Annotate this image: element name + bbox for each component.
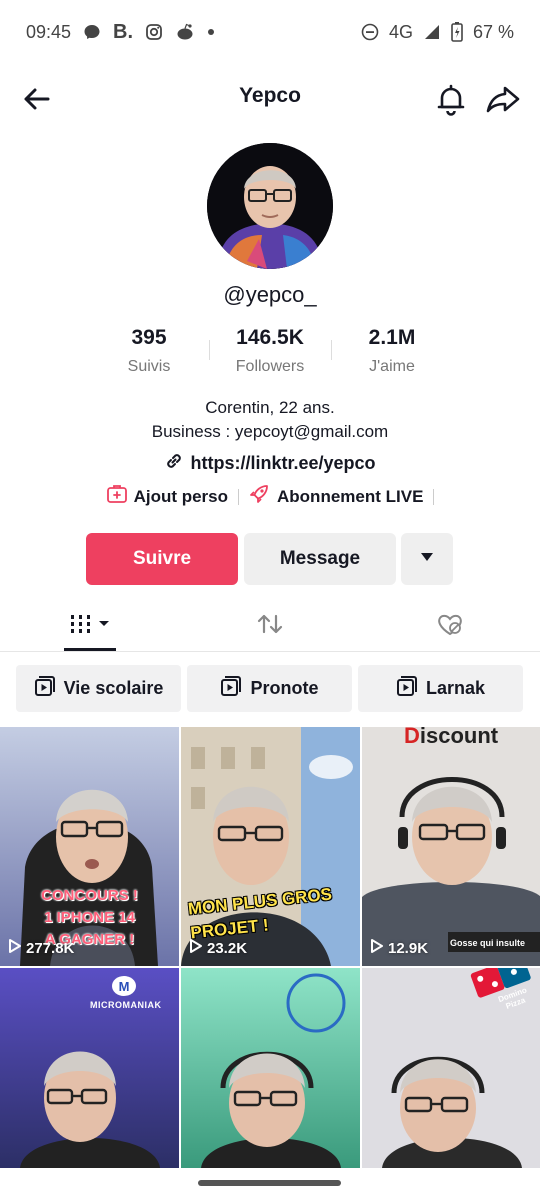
caret-down-icon — [419, 550, 435, 568]
overlay-line: 1 IPHONE 14 — [44, 909, 135, 926]
view-count-text: 277.8K — [26, 939, 75, 957]
view-count: 277.8K — [8, 938, 74, 958]
play-icon — [370, 938, 384, 958]
avatar[interactable] — [207, 143, 333, 269]
playlist-icon — [220, 675, 242, 702]
messenger-icon — [83, 23, 101, 41]
followers-label: Followers — [235, 358, 305, 375]
tab-reposts[interactable] — [240, 600, 300, 652]
link-icon — [164, 451, 184, 476]
message-button[interactable]: Message — [244, 533, 396, 585]
video-thumbnail[interactable]: MON PLUS GROS PROJET ! 23.2K — [181, 727, 360, 966]
follow-button[interactable]: Suivre — [86, 533, 238, 585]
video-thumbnail[interactable]: Discount Gosse qui insulte 12.9K — [362, 727, 540, 966]
signal-icon — [423, 23, 441, 41]
playlist-icon — [34, 675, 56, 702]
tab-liked[interactable] — [420, 600, 480, 652]
profile-header: Yepco — [0, 70, 540, 126]
status-bar: 09:45 B. 4G 67 % — [0, 0, 540, 64]
chip-add-perso[interactable]: Ajout perso — [106, 484, 228, 509]
dnd-icon — [361, 23, 379, 41]
likes-label: J'aime — [369, 358, 415, 375]
video-thumbnail[interactable] — [181, 968, 360, 1200]
following-label: Suivis — [127, 358, 171, 375]
video-caption: Gosse qui insulte — [450, 938, 526, 948]
more-notifications-dot — [207, 28, 215, 36]
profile-link[interactable]: https://linktr.ee/yepco — [0, 451, 540, 476]
playlists-row: Vie scolaire Pronote Larnak — [16, 665, 524, 713]
video-thumbnail[interactable]: M MICROMANIAK — [0, 968, 179, 1200]
booking-icon: B. — [113, 20, 134, 43]
rocket-icon — [249, 484, 271, 509]
tab-videos[interactable] — [60, 600, 120, 652]
bio-line: Corentin, 22 ans. — [205, 398, 335, 417]
chip-label: Ajout perso — [133, 486, 229, 506]
overlay-line: CONCOURS ! — [41, 887, 138, 904]
network-type: 4G — [388, 21, 413, 42]
video-brand-text: Discount — [404, 727, 498, 749]
playlist-label: Larnak — [425, 678, 486, 698]
status-time: 09:45 — [26, 21, 72, 42]
reddit-icon — [175, 23, 195, 41]
likes-count: 2.1M — [368, 326, 416, 349]
playlist-pronote[interactable]: Pronote — [187, 665, 352, 712]
playlist-label: Pronote — [250, 678, 319, 698]
followers-count: 146.5K — [236, 326, 304, 349]
play-icon — [8, 938, 22, 958]
video-brand-text: MICROMANIAK — [90, 1000, 162, 1010]
hidden-heart-icon — [435, 610, 465, 643]
bell-icon[interactable] — [432, 80, 470, 118]
bio-line: Business : yepcoyt@gmail.com — [151, 422, 389, 441]
battery-icon — [451, 22, 463, 42]
grid-icon — [65, 612, 115, 641]
bio: Corentin, 22 ans. Business : yepcoyt@gma… — [0, 396, 540, 444]
playlist-larnak[interactable]: Larnak — [358, 665, 523, 712]
video-thumbnail[interactable]: Domino Pizza — [362, 968, 540, 1200]
repost-icon — [256, 610, 284, 643]
chip-label: Abonnement LIVE — [277, 486, 424, 506]
profile-chips: Ajout perso Abonnement LIVE — [0, 484, 540, 509]
view-count: 12.9K — [370, 938, 428, 958]
link-text: https://linktr.ee/yepco — [190, 453, 376, 473]
content-tabs — [0, 600, 540, 652]
video-grid: CONCOURS ! 1 IPHONE 14 A GAGNER ! 277.8K… — [0, 727, 540, 1169]
active-tab-indicator — [64, 648, 116, 651]
playlist-label: Vie scolaire — [63, 678, 164, 698]
view-count-text: 12.9K — [388, 939, 429, 957]
play-icon — [189, 938, 203, 958]
share-icon[interactable] — [484, 80, 522, 118]
following-count: 395 — [131, 326, 167, 349]
svg-text:M: M — [119, 979, 130, 994]
gesture-nav-bar[interactable] — [198, 1180, 341, 1186]
battery-percent: 67 % — [472, 21, 514, 42]
view-count-text: 23.2K — [207, 939, 248, 957]
chip-divider — [238, 488, 240, 505]
stat-likes[interactable]: 2.1M J'aime — [332, 326, 452, 376]
instagram-icon — [145, 23, 163, 41]
more-options-button[interactable] — [401, 533, 453, 585]
username: @yepco_ — [223, 282, 317, 307]
view-count: 23.2K — [189, 938, 247, 958]
brand-text: iscount — [419, 727, 499, 748]
profile-stats: 395 Suivis 146.5K Followers 2.1M J'aime — [0, 326, 540, 386]
chip-divider — [433, 488, 435, 505]
playlist-vie-scolaire[interactable]: Vie scolaire — [16, 665, 181, 712]
playlist-icon — [396, 675, 418, 702]
video-thumbnail[interactable]: CONCOURS ! 1 IPHONE 14 A GAGNER ! 277.8K — [0, 727, 179, 966]
stat-followers[interactable]: 146.5K Followers — [210, 326, 330, 376]
add-video-icon — [106, 484, 128, 509]
chip-live-subscription[interactable]: Abonnement LIVE — [249, 484, 423, 509]
stat-following[interactable]: 395 Suivis — [89, 326, 209, 376]
